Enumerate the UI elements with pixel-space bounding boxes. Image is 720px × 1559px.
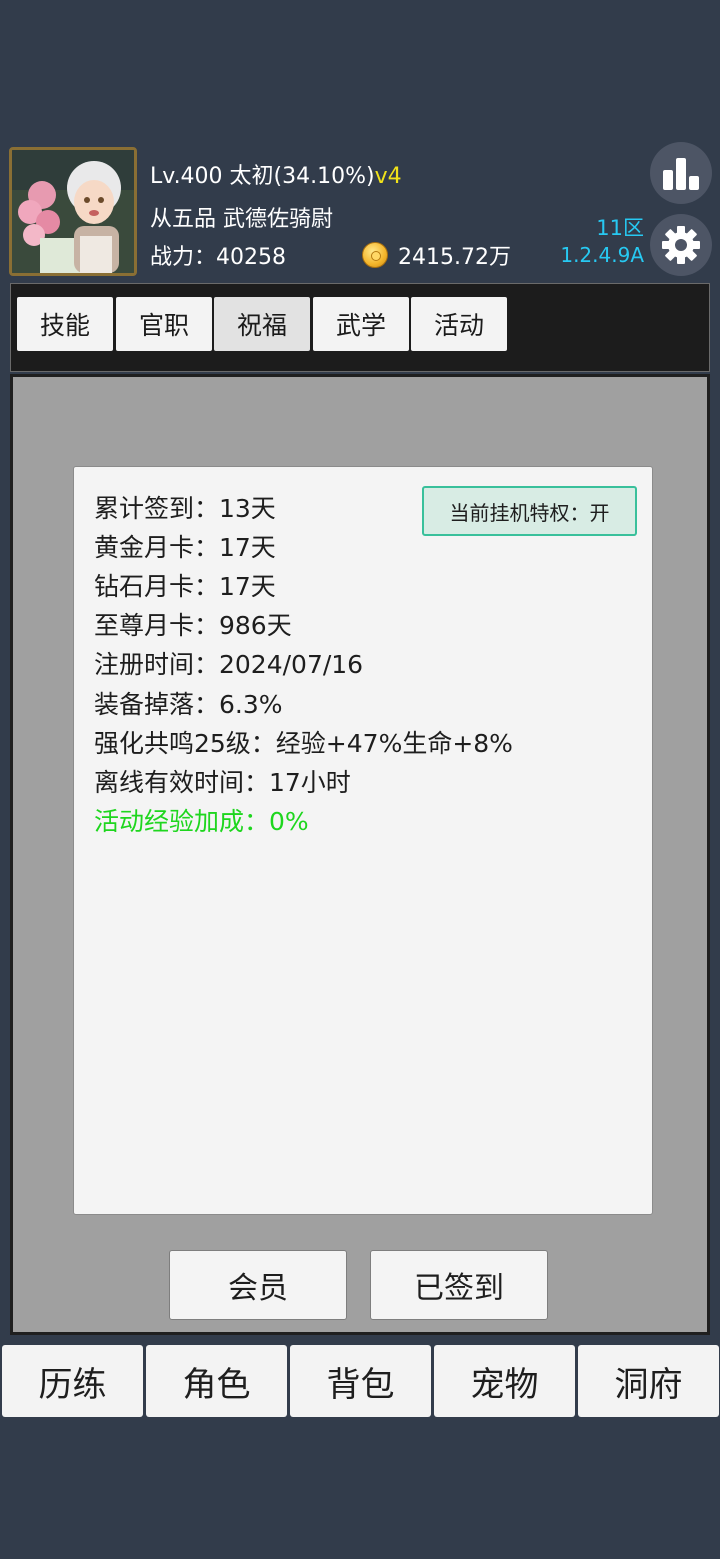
version-badge: v4	[374, 164, 402, 189]
combat-power: 战力：40258	[150, 245, 286, 270]
client-version: 1.2.4.9A	[560, 243, 644, 267]
tab-blessing[interactable]: 祝福	[214, 297, 310, 351]
coin-amount: 2415.72万	[398, 245, 511, 270]
member-button[interactable]: 会员	[169, 1250, 347, 1320]
nav-cave-dwelling[interactable]: 洞府	[578, 1345, 719, 1417]
settings-button[interactable]	[650, 214, 712, 276]
nav-character[interactable]: 角色	[146, 1345, 287, 1417]
supreme-card-days: 至尊月卡：986天	[94, 611, 292, 640]
gear-icon	[662, 226, 700, 264]
bar-chart-icon	[663, 158, 699, 190]
blessing-panel: 累计签到：13天 黄金月卡：17天 钻石月卡：17天 至尊月卡：986天 注册时…	[10, 374, 710, 1335]
idle-privilege-badge[interactable]: 当前挂机特权：开	[422, 486, 637, 536]
offline-valid-time: 离线有效时间：17小时	[94, 768, 351, 797]
level-text: Lv.400 太初(34.10%)	[150, 164, 375, 189]
nav-backpack[interactable]: 背包	[290, 1345, 431, 1417]
tab-official-rank[interactable]: 官职	[116, 297, 212, 351]
equipment-drop-rate: 装备掉落：6.3%	[94, 690, 283, 719]
nav-pets[interactable]: 宠物	[434, 1345, 575, 1417]
checkin-count: 累计签到：13天	[94, 494, 276, 523]
nav-training[interactable]: 历练	[2, 1345, 143, 1417]
tab-skills[interactable]: 技能	[17, 297, 113, 351]
tab-bar: 技能 官职 祝福 武学 活动	[10, 283, 710, 372]
enhance-resonance: 强化共鸣25级：经验+47%生命+8%	[94, 729, 513, 758]
level-progress: Lv.400 太初(34.10%)v4	[150, 158, 402, 190]
player-avatar[interactable]	[9, 147, 137, 276]
blessing-info-card: 累计签到：13天 黄金月卡：17天 钻石月卡：17天 至尊月卡：986天 注册时…	[73, 466, 653, 1215]
rank-title: 从五品 武德佐骑尉	[150, 207, 333, 232]
avatar-portrait-image	[12, 150, 134, 273]
diamond-card-days: 钻石月卡：17天	[94, 572, 276, 601]
event-exp-bonus: 活动经验加成：0%	[94, 807, 309, 836]
gold-card-days: 黄金月卡：17天	[94, 533, 276, 562]
register-time: 注册时间：2024/07/16	[94, 650, 364, 679]
tab-martial-arts[interactable]: 武学	[313, 297, 409, 351]
server-zone: 11区	[596, 216, 644, 240]
gold-coin-icon	[362, 242, 388, 268]
ranking-button[interactable]	[650, 142, 712, 204]
signed-in-button[interactable]: 已签到	[370, 1250, 548, 1320]
tab-events[interactable]: 活动	[411, 297, 507, 351]
